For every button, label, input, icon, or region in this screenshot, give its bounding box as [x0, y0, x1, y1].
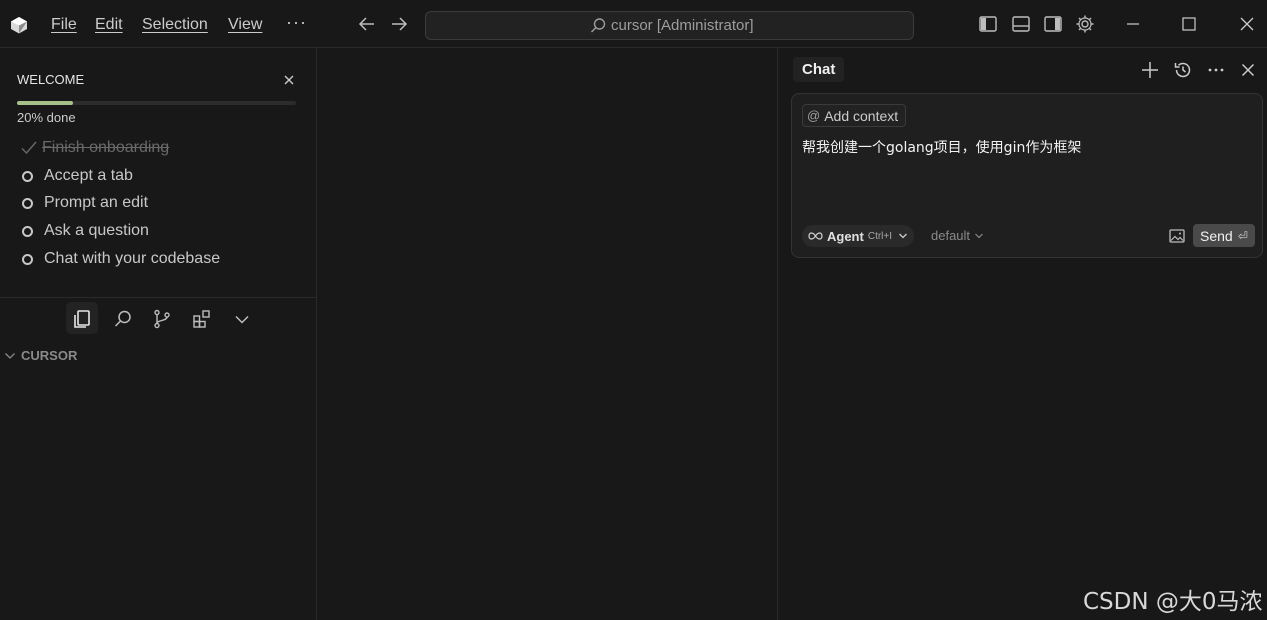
checkmark-icon — [21, 141, 37, 155]
menu-more-icon[interactable]: ··· — [286, 12, 307, 33]
chevron-down-icon — [975, 233, 983, 238]
onboarding-step-ask-question[interactable]: Ask a question — [20, 222, 149, 240]
toggle-secondary-sidebar-icon[interactable] — [1043, 14, 1063, 34]
menu-edit[interactable]: Edit — [95, 16, 123, 34]
onboarding-step-finish[interactable]: Finish onboarding — [20, 139, 169, 157]
history-icon[interactable] — [1173, 60, 1193, 80]
csdn-watermark: CSDN @大0马浓 — [1083, 589, 1263, 615]
menu-file[interactable]: File — [51, 16, 77, 34]
onboarding-progress-bar — [17, 101, 296, 105]
model-selector[interactable]: default — [931, 228, 984, 243]
minimize-icon[interactable] — [1122, 13, 1144, 35]
cursor-logo-icon[interactable] — [9, 15, 29, 35]
step-label: Finish onboarding — [42, 139, 170, 156]
model-label: default — [931, 228, 971, 243]
new-chat-plus-icon[interactable] — [1140, 60, 1160, 80]
onboarding-step-chat-codebase[interactable]: Chat with your codebase — [20, 250, 220, 268]
command-center-search[interactable]: cursor [Administrator] — [425, 11, 914, 40]
enter-key-icon: ⏎ — [1237, 228, 1248, 243]
circle-bullet-icon — [22, 197, 33, 209]
menu-selection[interactable]: Selection — [142, 16, 208, 34]
chat-input-text[interactable]: 帮我创建一个golang项目，使用gin作为框架 — [802, 137, 1081, 157]
step-label: Prompt an edit — [44, 194, 149, 211]
chat-composer[interactable]: @ Add context 帮我创建一个golang项目，使用gin作为框架 A… — [791, 93, 1263, 258]
close-window-icon[interactable] — [1236, 13, 1258, 35]
send-button[interactable]: Send ⏎ — [1193, 224, 1255, 247]
agent-shortcut: Ctrl+I — [867, 230, 893, 242]
chevron-down-icon — [5, 352, 15, 359]
toggle-primary-sidebar-icon[interactable] — [978, 14, 998, 34]
infinity-icon — [808, 232, 823, 240]
at-sign-icon: @ — [807, 108, 821, 123]
tab-chat[interactable]: Chat — [793, 57, 845, 82]
circle-bullet-icon — [22, 253, 33, 265]
more-options-icon[interactable] — [1206, 60, 1226, 80]
section-title: CURSOR — [21, 348, 78, 363]
left-sidebar: WELCOME 20% done Finish onboarding Accep… — [0, 48, 317, 620]
forward-arrow-icon[interactable] — [389, 14, 409, 34]
chat-panel: Chat @ Add context 帮我创建一个golang项目，使用gin作… — [779, 48, 1267, 620]
circle-bullet-icon — [22, 225, 33, 237]
onboarding-step-accept-tab[interactable]: Accept a tab — [20, 167, 133, 185]
step-label: Accept a tab — [44, 167, 133, 184]
extensions-icon[interactable] — [191, 308, 213, 330]
add-context-label: Add context — [824, 107, 899, 124]
search-text: cursor [Administrator] — [611, 17, 754, 34]
welcome-title: WELCOME — [17, 72, 85, 87]
divider — [0, 297, 317, 298]
explorer-section-cursor[interactable]: CURSOR — [4, 348, 77, 363]
circle-bullet-icon — [22, 170, 33, 182]
settings-gear-icon[interactable] — [1075, 14, 1095, 34]
back-arrow-icon[interactable] — [357, 14, 377, 34]
search-icon[interactable] — [112, 308, 134, 330]
source-control-icon[interactable] — [151, 308, 173, 330]
chevron-down-icon[interactable] — [231, 308, 253, 330]
title-bar: File Edit Selection View ··· cursor [Adm… — [0, 0, 1267, 48]
step-label: Chat with your codebase — [44, 250, 221, 267]
explorer-files-icon[interactable] — [71, 308, 93, 330]
search-icon — [591, 18, 606, 33]
progress-label: 20% done — [17, 110, 76, 125]
send-label: Send — [1200, 227, 1233, 244]
onboarding-progress-fill — [17, 101, 73, 105]
menu-view[interactable]: View — [228, 16, 262, 34]
chevron-down-icon — [899, 233, 907, 239]
onboarding-step-prompt-edit[interactable]: Prompt an edit — [20, 194, 148, 212]
toggle-panel-icon[interactable] — [1011, 14, 1031, 34]
step-label: Ask a question — [44, 222, 149, 239]
agent-label: Agent — [827, 228, 864, 244]
image-upload-icon[interactable] — [1168, 228, 1186, 244]
close-icon[interactable] — [282, 73, 296, 87]
agent-mode-dropdown[interactable]: Agent Ctrl+I — [802, 225, 915, 247]
maximize-icon[interactable] — [1178, 13, 1200, 35]
close-icon[interactable] — [1238, 60, 1258, 80]
editor-area[interactable] — [318, 48, 778, 620]
add-context-button[interactable]: @ Add context — [802, 104, 907, 127]
